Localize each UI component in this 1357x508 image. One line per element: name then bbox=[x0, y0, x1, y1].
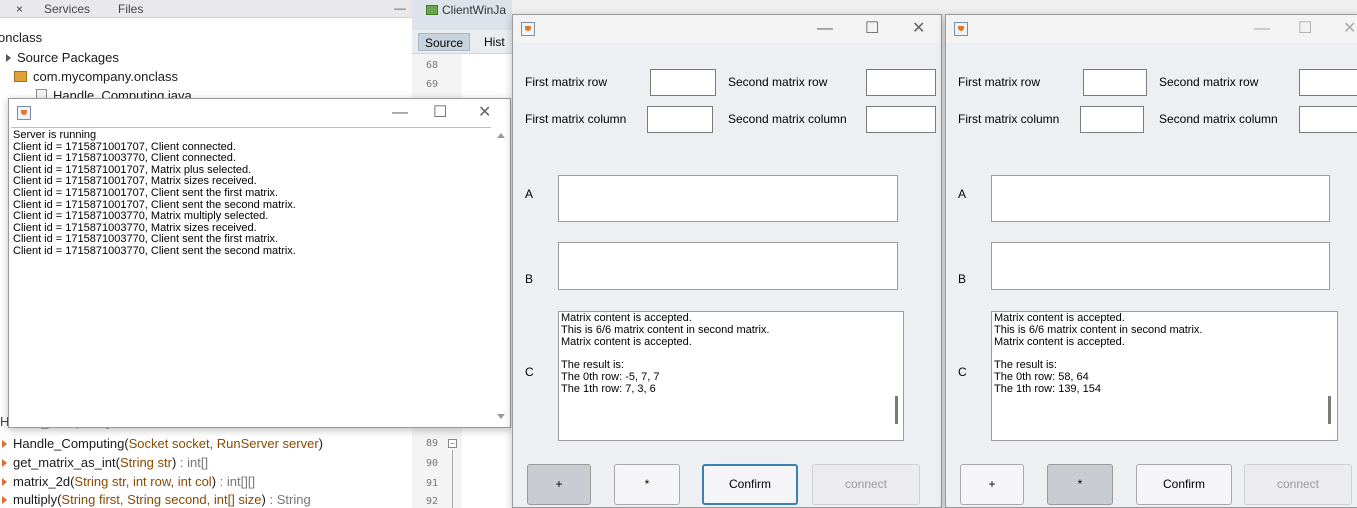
line-number: 92 bbox=[426, 496, 439, 507]
tab-services[interactable]: Services bbox=[44, 2, 90, 16]
first-col-label: First matrix column bbox=[958, 112, 1060, 126]
result-text: Matrix content is accepted. This is 6/6 … bbox=[994, 312, 1203, 395]
package-icon bbox=[14, 71, 27, 82]
matrix-b-label: B bbox=[525, 272, 534, 286]
minimize-icon[interactable]: — bbox=[392, 105, 408, 121]
second-row-field[interactable] bbox=[1299, 69, 1357, 96]
client-window-2: — ☐ ✕ First matrix row Second matrix row… bbox=[945, 14, 1357, 508]
first-col-field[interactable] bbox=[647, 106, 713, 133]
result-area[interactable]: Matrix content is accepted. This is 6/6 … bbox=[991, 311, 1338, 441]
history-tab[interactable]: Hist bbox=[478, 33, 511, 51]
matrix-c-label: C bbox=[525, 365, 534, 379]
first-col-label: First matrix column bbox=[525, 112, 627, 126]
server-titlebar[interactable]: — ☐ ✕ bbox=[9, 99, 510, 127]
scroll-down-icon[interactable] bbox=[497, 414, 505, 419]
second-row-field[interactable] bbox=[866, 69, 936, 96]
java-app-icon bbox=[521, 22, 535, 36]
first-row-label: First matrix row bbox=[958, 75, 1040, 89]
second-row-label: Second matrix row bbox=[1159, 75, 1259, 89]
matrix-c-label: C bbox=[958, 365, 967, 379]
first-row-label: First matrix row bbox=[525, 75, 607, 89]
java-app-icon bbox=[17, 106, 31, 120]
confirm-button[interactable]: Confirm bbox=[1136, 464, 1232, 505]
server-log[interactable]: Server is running Client id = 1715871001… bbox=[11, 127, 491, 427]
first-row-field[interactable] bbox=[650, 69, 716, 96]
line-number: 68 bbox=[426, 60, 439, 71]
java-app-icon bbox=[954, 22, 968, 36]
result-scroll-thumb[interactable] bbox=[1328, 396, 1331, 424]
method-icon bbox=[2, 496, 7, 504]
server-log-scrollbar[interactable] bbox=[494, 129, 508, 423]
tree-member-multiply[interactable]: multiply(String first, String second, in… bbox=[0, 490, 311, 508]
close-icon[interactable]: ✕ bbox=[912, 21, 925, 37]
method-icon bbox=[2, 459, 7, 467]
fold-toggle-icon[interactable]: − bbox=[448, 439, 457, 448]
java-class-icon bbox=[426, 5, 438, 15]
matrix-a-input[interactable] bbox=[991, 175, 1330, 222]
matrix-a-input[interactable] bbox=[558, 175, 898, 222]
tree-member-matrix-2d[interactable]: matrix_2d(String str, int row, int col) … bbox=[0, 472, 255, 492]
tree-project-node[interactable]: onclass bbox=[0, 28, 42, 48]
expand-arrow-icon[interactable] bbox=[6, 54, 11, 62]
matrix-b-input[interactable] bbox=[991, 242, 1330, 290]
line-number: 89 bbox=[426, 438, 439, 449]
editor-tab-bar: ClientWinJa bbox=[412, 0, 512, 30]
connect-button[interactable]: connect bbox=[1244, 464, 1352, 505]
method-icon bbox=[2, 440, 7, 448]
maximize-icon[interactable]: ☐ bbox=[433, 105, 447, 121]
confirm-button[interactable]: Confirm bbox=[702, 464, 798, 505]
second-col-label: Second matrix column bbox=[1159, 112, 1278, 126]
minimize-panel-icon[interactable]: — bbox=[394, 1, 406, 15]
matrix-a-label: A bbox=[525, 187, 534, 201]
tree-member-get-matrix[interactable]: get_matrix_as_int(String str) : int[] bbox=[0, 453, 208, 473]
maximize-icon[interactable]: ☐ bbox=[1298, 21, 1312, 37]
second-row-label: Second matrix row bbox=[728, 75, 828, 89]
second-col-field[interactable] bbox=[1299, 106, 1357, 133]
matrix-a-label: A bbox=[958, 187, 967, 201]
editor-toolbar: Source Hist bbox=[412, 30, 512, 54]
maximize-icon[interactable]: ☐ bbox=[865, 21, 879, 37]
editor-file-tab[interactable]: ClientWinJa bbox=[426, 3, 506, 17]
client-window-1: — ☐ ✕ First matrix row Second matrix row… bbox=[512, 14, 942, 508]
matrix-b-label: B bbox=[958, 272, 967, 286]
first-col-field[interactable] bbox=[1080, 106, 1144, 133]
tree-package-node[interactable]: com.mycompany.onclass bbox=[14, 67, 178, 87]
plus-button[interactable]: + bbox=[527, 464, 591, 505]
ide-tab-bar: × Services Files — bbox=[0, 0, 412, 18]
tree-source-packages[interactable]: Source Packages bbox=[4, 48, 119, 68]
first-row-field[interactable] bbox=[1083, 69, 1147, 96]
fold-guide bbox=[452, 450, 453, 508]
tab-files[interactable]: Files bbox=[118, 2, 143, 16]
method-icon bbox=[2, 478, 7, 486]
multiply-button[interactable]: * bbox=[614, 464, 680, 505]
line-number: 90 bbox=[426, 458, 439, 469]
result-area[interactable]: Matrix content is accepted. This is 6/6 … bbox=[558, 311, 904, 441]
second-col-label: Second matrix column bbox=[728, 112, 847, 126]
scroll-up-icon[interactable] bbox=[497, 133, 505, 138]
line-number: 69 bbox=[426, 79, 439, 90]
line-number: 91 bbox=[426, 478, 439, 489]
connect-button[interactable]: connect bbox=[812, 464, 920, 505]
minimize-icon[interactable]: — bbox=[817, 21, 833, 37]
close-icon[interactable]: ✕ bbox=[478, 105, 491, 121]
tree-member-constructor[interactable]: Handle_Computing(Socket socket, RunServe… bbox=[0, 434, 323, 454]
minimize-icon[interactable]: — bbox=[1254, 21, 1270, 37]
plus-button[interactable]: + bbox=[960, 464, 1024, 505]
multiply-button[interactable]: * bbox=[1047, 464, 1113, 505]
server-window: — ☐ ✕ Server is running Client id = 1715… bbox=[8, 98, 511, 428]
close-icon[interactable]: ✕ bbox=[1343, 21, 1356, 37]
client1-titlebar[interactable]: — ☐ ✕ bbox=[513, 15, 941, 43]
close-tab-icon[interactable]: × bbox=[16, 2, 23, 16]
result-text: Matrix content is accepted. This is 6/6 … bbox=[561, 312, 770, 395]
second-col-field[interactable] bbox=[866, 106, 936, 133]
client2-titlebar[interactable]: — ☐ ✕ bbox=[946, 15, 1357, 43]
matrix-b-input[interactable] bbox=[558, 242, 898, 290]
result-scroll-thumb[interactable] bbox=[895, 396, 898, 424]
source-tab[interactable]: Source bbox=[418, 33, 471, 51]
